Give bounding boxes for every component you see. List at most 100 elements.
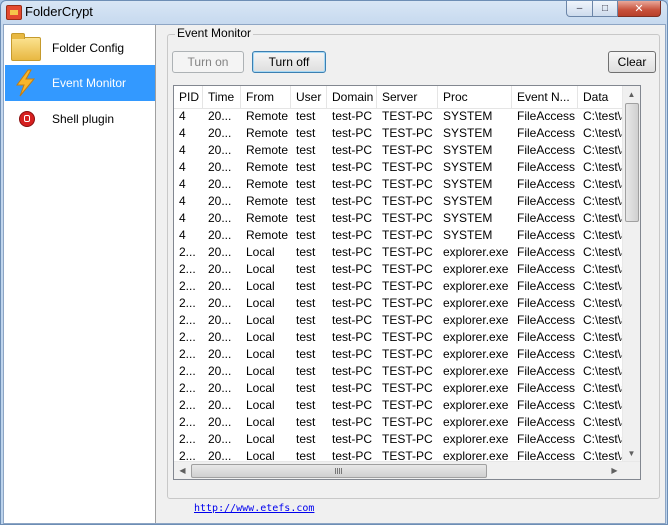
scroll-right-arrow-icon[interactable]: ▶	[606, 462, 623, 479]
close-button[interactable]: ✕	[618, 1, 661, 17]
table-cell: FileAccess	[517, 211, 576, 225]
column-header[interactable]: From	[241, 86, 291, 108]
table-row[interactable]: 2... 20... Local test test-PC TEST-PC explorer…	[174, 346, 640, 363]
table-cell: test	[296, 143, 316, 157]
column-header[interactable]: PID	[174, 86, 203, 108]
table-cell: test	[296, 245, 316, 259]
column-header[interactable]: Event N...	[512, 86, 578, 108]
table-row[interactable]: 4 20... Remote test test-PC TEST-PC SYSTEM File…	[174, 125, 640, 142]
table-row[interactable]: 4 20... Remote test test-PC TEST-PC SYSTEM File…	[174, 142, 640, 159]
table-cell: 20...	[208, 449, 232, 462]
scroll-down-arrow-icon[interactable]: ▼	[623, 445, 640, 462]
table-cell: test-PC	[332, 228, 373, 242]
table-row[interactable]: 2... 20... Local test test-PC TEST-PC explorer…	[174, 448, 640, 462]
table-row[interactable]: 2... 20... Local test test-PC TEST-PC explorer…	[174, 261, 640, 278]
table-cell: 20...	[208, 347, 232, 361]
sidebar-item-folder-config[interactable]: Folder Config	[5, 30, 155, 66]
table-cell: test-PC	[332, 262, 373, 276]
table-cell: test-PC	[332, 449, 373, 462]
table-cell: test-PC	[332, 279, 373, 293]
sidebar-item-shell-plugin[interactable]: Shell plugin	[5, 101, 155, 137]
table-cell: test-PC	[332, 194, 373, 208]
table-cell: test-PC	[332, 245, 373, 259]
table-cell: TEST-PC	[382, 211, 433, 225]
table-row[interactable]: 2... 20... Local test test-PC TEST-PC explorer…	[174, 278, 640, 295]
table-row[interactable]: 2... 20... Local test test-PC TEST-PC explorer…	[174, 363, 640, 380]
table-cell: explorer.exe	[443, 432, 509, 446]
sidebar-item-event-monitor[interactable]: Event Monitor	[5, 65, 155, 101]
event-table[interactable]: PID Time From User Domain Server Proc Event N..…	[173, 85, 641, 480]
table-cell: 2...	[179, 313, 196, 327]
title-bar[interactable]: FolderCrypt – □ ✕	[1, 1, 667, 23]
table-cell: FileAccess	[517, 177, 576, 191]
table-row[interactable]: 2... 20... Local test test-PC TEST-PC explorer…	[174, 397, 640, 414]
table-cell: Remote	[246, 143, 289, 157]
turn-on-button[interactable]: Turn on	[172, 51, 244, 73]
table-row[interactable]: 2... 20... Local test test-PC TEST-PC explorer…	[174, 380, 640, 397]
table-cell: SYSTEM	[443, 228, 493, 242]
table-cell: 4	[179, 143, 186, 157]
table-cell: test	[296, 279, 316, 293]
table-row[interactable]: 2... 20... Local test test-PC TEST-PC explorer…	[174, 295, 640, 312]
vertical-scrollbar[interactable]: ▲ ▼	[622, 86, 640, 462]
table-cell: Remote	[246, 194, 289, 208]
column-header[interactable]: Time	[203, 86, 241, 108]
table-cell: SYSTEM	[443, 177, 493, 191]
table-cell: test	[296, 398, 316, 412]
table-cell: test-PC	[332, 126, 373, 140]
horizontal-scrollbar[interactable]: ◀ ▶	[174, 461, 640, 479]
table-cell: 20...	[208, 211, 232, 225]
table-cell: 20...	[208, 245, 232, 259]
table-cell: FileAccess	[517, 279, 576, 293]
horizontal-scroll-thumb[interactable]	[191, 464, 487, 478]
table-row[interactable]: 4 20... Remote test test-PC TEST-PC SYSTEM File…	[174, 193, 640, 210]
table-cell: 20...	[208, 398, 232, 412]
scroll-up-arrow-icon[interactable]: ▲	[623, 86, 640, 103]
maximize-button[interactable]: □	[593, 1, 618, 17]
table-cell: TEST-PC	[382, 262, 433, 276]
table-cell: TEST-PC	[382, 228, 433, 242]
vertical-scroll-thumb[interactable]	[625, 103, 639, 222]
table-cell: 4	[179, 228, 186, 242]
table-row[interactable]: 2... 20... Local test test-PC TEST-PC explorer…	[174, 244, 640, 261]
column-header[interactable]: Server	[377, 86, 438, 108]
table-cell: SYSTEM	[443, 143, 493, 157]
table-row[interactable]: 4 20... Remote test test-PC TEST-PC SYSTEM File…	[174, 227, 640, 244]
table-cell: 2...	[179, 262, 196, 276]
turn-off-button[interactable]: Turn off	[252, 51, 326, 73]
column-header[interactable]: Proc	[438, 86, 512, 108]
table-row[interactable]: 2... 20... Local test test-PC TEST-PC explorer…	[174, 431, 640, 448]
clear-button[interactable]: Clear	[608, 51, 656, 73]
event-monitor-group: Event Monitor Turn on Turn off Clear PID…	[167, 26, 660, 499]
column-header[interactable]: User	[291, 86, 327, 108]
table-cell: test	[296, 160, 316, 174]
table-row[interactable]: 2... 20... Local test test-PC TEST-PC explorer…	[174, 312, 640, 329]
scroll-left-arrow-icon[interactable]: ◀	[174, 462, 191, 479]
table-cell: explorer.exe	[443, 262, 509, 276]
table-cell: 2...	[179, 296, 196, 310]
table-row[interactable]: 4 20... Remote test test-PC TEST-PC SYSTEM File…	[174, 108, 640, 125]
table-cell: 4	[179, 194, 186, 208]
table-cell: FileAccess	[517, 330, 576, 344]
table-row[interactable]: 2... 20... Local test test-PC TEST-PC explorer…	[174, 329, 640, 346]
table-cell: 2...	[179, 245, 196, 259]
table-cell: FileAccess	[517, 347, 576, 361]
table-cell: explorer.exe	[443, 381, 509, 395]
table-row[interactable]: 2... 20... Local test test-PC TEST-PC explorer…	[174, 414, 640, 431]
table-row[interactable]: 4 20... Remote test test-PC TEST-PC SYSTEM File…	[174, 176, 640, 193]
table-cell: TEST-PC	[382, 381, 433, 395]
table-cell: 2...	[179, 381, 196, 395]
table-row[interactable]: 4 20... Remote test test-PC TEST-PC SYSTEM File…	[174, 159, 640, 176]
table-cell: test-PC	[332, 347, 373, 361]
table-cell: TEST-PC	[382, 194, 433, 208]
table-row[interactable]: 4 20... Remote test test-PC TEST-PC SYSTEM File…	[174, 210, 640, 227]
website-link[interactable]: http://www.etefs.com	[194, 503, 314, 514]
minimize-button[interactable]: –	[566, 1, 593, 17]
column-header[interactable]: Domain	[327, 86, 377, 108]
table-cell: test-PC	[332, 211, 373, 225]
table-cell: 2...	[179, 330, 196, 344]
table-header: PID Time From User Domain Server Proc Event N..…	[174, 86, 640, 109]
table-cell: SYSTEM	[443, 126, 493, 140]
table-cell: Local	[246, 364, 275, 378]
table-cell: test-PC	[332, 143, 373, 157]
